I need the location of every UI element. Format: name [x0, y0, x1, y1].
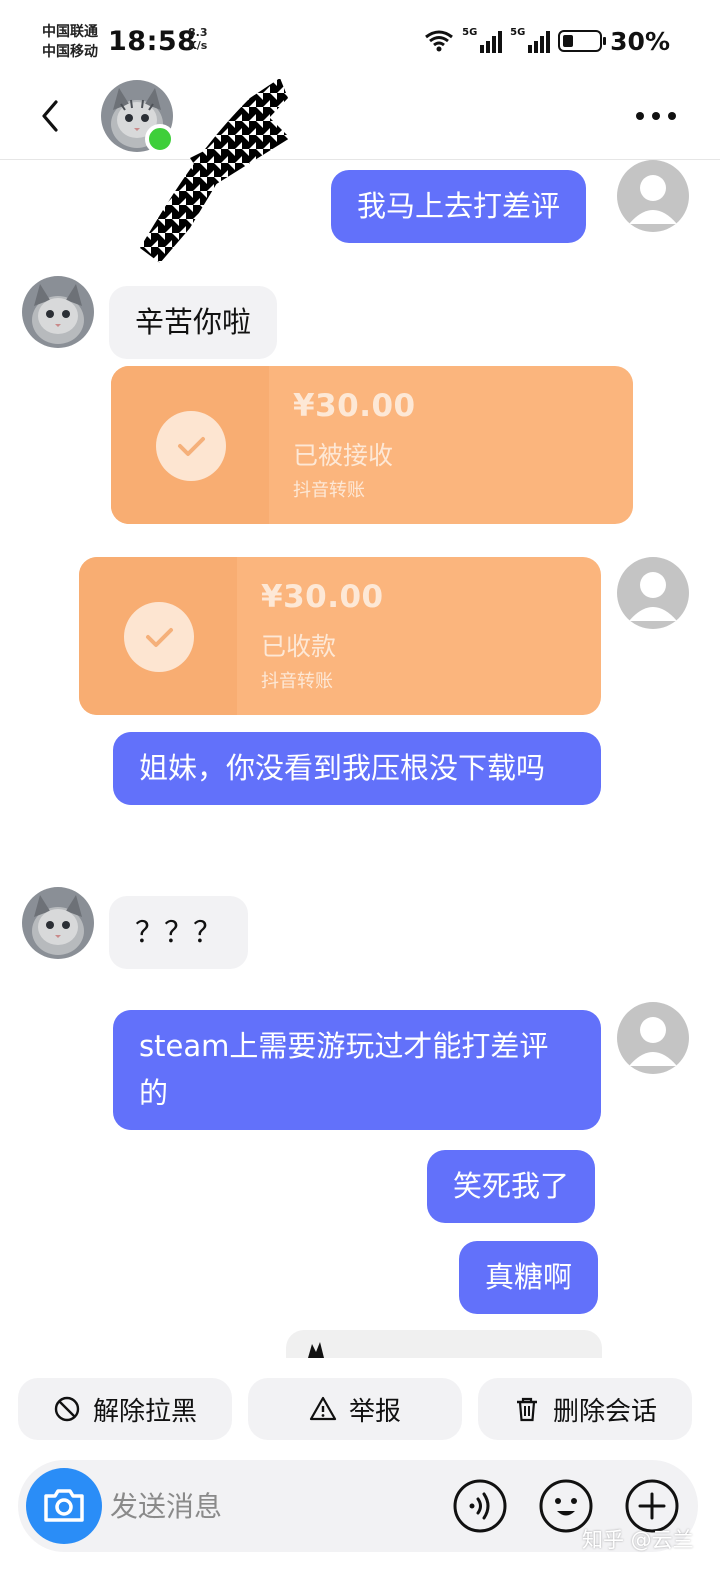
wifi-icon — [425, 30, 454, 52]
watermark: 知乎 @云兰 — [582, 1528, 694, 1552]
transfer-status: 已收款 — [261, 632, 337, 661]
delete-conversation-label: 删除会话 — [552, 1396, 657, 1427]
net-speed-value: 8.3 — [188, 26, 208, 39]
transfer-card[interactable]: ¥30.00 已收款 抖音转账 — [79, 557, 601, 715]
my-avatar[interactable] — [617, 1002, 689, 1074]
my-avatar[interactable] — [617, 160, 689, 232]
camera-button[interactable] — [26, 1468, 102, 1544]
status-bar: 中国联通 中国移动 18:58 8.3 K/s 5G 5G 30% — [0, 0, 720, 80]
transfer-source: 抖音转账 — [293, 480, 365, 501]
carrier-names: 中国联通 中国移动 — [42, 22, 98, 62]
report-button[interactable]: 举报 — [248, 1378, 462, 1440]
signal-1-icon: 5G — [462, 27, 503, 53]
image-message-preview[interactable] — [286, 1330, 602, 1358]
transfer-card[interactable]: ¥30.00 已被接收 抖音转账 — [111, 366, 633, 524]
battery-icon — [558, 30, 607, 52]
report-label: 举报 — [348, 1396, 401, 1427]
delete-conversation-button[interactable]: 删除会话 — [478, 1378, 692, 1440]
net-speed-unit: K/s — [188, 39, 208, 52]
block-icon — [54, 1396, 80, 1422]
message-input[interactable] — [110, 1476, 430, 1536]
check-circle-icon — [156, 411, 226, 481]
chevron-left-icon[interactable] — [32, 96, 72, 136]
message-bubble-sent[interactable]: 我马上去打差评 — [331, 170, 587, 243]
message-bubble-sent[interactable]: steam上需要游玩过才能打差评的 — [113, 1010, 601, 1130]
message-bubble-received[interactable]: 辛苦你啦 — [109, 286, 278, 359]
contact-avatar[interactable] — [22, 276, 94, 348]
message-bubble-received[interactable]: ？？？ — [109, 896, 249, 969]
action-bar: 解除拉黑 举报 删除会话 — [0, 1358, 720, 1458]
trash-icon — [516, 1397, 537, 1422]
message-bubble-sent[interactable]: 真糖啊 — [459, 1241, 599, 1314]
transfer-source: 抖音转账 — [261, 671, 333, 692]
signal-2-label: 5G — [510, 27, 526, 38]
transfer-status: 已被接收 — [293, 441, 394, 470]
battery-percent: 30% — [610, 26, 670, 56]
more-horizontal-icon[interactable] — [634, 106, 678, 126]
check-circle-icon — [124, 602, 194, 672]
unblock-button[interactable]: 解除拉黑 — [18, 1378, 232, 1440]
censor-scribble-icon — [140, 78, 290, 263]
carrier-1: 中国联通 — [42, 24, 98, 40]
signal-1-label: 5G — [462, 27, 478, 38]
net-speed: 8.3 K/s — [188, 26, 208, 52]
unblock-label: 解除拉黑 — [92, 1396, 197, 1427]
clock: 18:58 — [108, 26, 197, 57]
my-avatar[interactable] — [617, 557, 689, 629]
warning-icon — [309, 1396, 337, 1421]
message-bubble-sent[interactable]: 笑死我了 — [427, 1150, 596, 1223]
transfer-amount: ¥30.00 — [293, 388, 416, 424]
chat-header — [0, 78, 720, 263]
camera-icon — [44, 1489, 84, 1522]
signal-2-icon: 5G — [510, 27, 551, 53]
voice-icon[interactable] — [452, 1478, 508, 1534]
transfer-amount: ¥30.00 — [261, 579, 384, 615]
message-bubble-sent[interactable]: 姐妹，你没看到我压根没下载吗 — [113, 732, 601, 805]
carrier-2: 中国移动 — [42, 44, 98, 60]
contact-avatar[interactable] — [22, 887, 94, 959]
